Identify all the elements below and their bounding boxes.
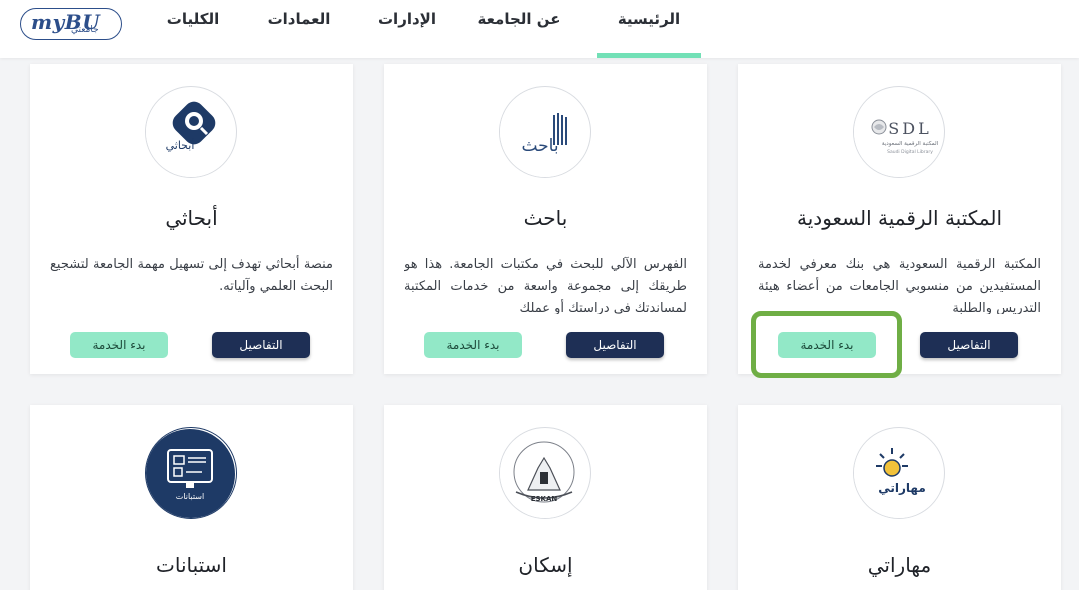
svg-text:SDL: SDL xyxy=(888,119,931,138)
svg-text:أبحاثي: أبحاثي xyxy=(166,138,195,152)
svg-text:مهاراتي: مهاراتي xyxy=(878,481,926,495)
abhathi-logo-icon: أبحاثي xyxy=(145,86,237,178)
top-navigation: الرئيسية عن الجامعة الإدارات العمادات ال… xyxy=(0,0,1079,58)
card-description: منصة أبحاثي تهدف إلى تسهيل مهمة الجامعة … xyxy=(50,257,333,294)
istibanat-logo-icon: استبانات xyxy=(145,427,237,519)
logo-sub-text: جامعتي xyxy=(71,25,99,35)
svg-text:المكتبة الرقمية السعودية: المكتبة الرقمية السعودية xyxy=(882,140,939,147)
service-card-maharati: مهاراتي مهاراتي xyxy=(738,405,1061,590)
nav-colleges[interactable]: الكليات xyxy=(160,0,226,58)
service-card-istibanat: استبانات استبانات xyxy=(30,405,353,590)
card-title: باحث xyxy=(523,206,568,230)
card-title: أبحاثي xyxy=(165,206,218,230)
eskan-logo-icon: ESKAN xyxy=(499,427,591,519)
nav-about[interactable]: عن الجامعة xyxy=(471,0,567,58)
card-title: استبانات xyxy=(156,553,227,577)
bahith-logo-icon: باحث xyxy=(499,86,591,178)
service-card-sdl: SDL المكتبة الرقمية السعودية Saudi Digit… xyxy=(738,64,1061,374)
nav-departments[interactable]: الإدارات xyxy=(372,0,442,58)
nav-home[interactable]: الرئيسية xyxy=(597,0,701,58)
sdl-logo-icon: SDL المكتبة الرقمية السعودية Saudi Digit… xyxy=(853,86,945,178)
svg-text:باحث: باحث xyxy=(521,136,558,156)
card-description: المكتبة الرقمية السعودية هي بنك معرفي لخ… xyxy=(758,257,1041,314)
details-button[interactable]: التفاصيل xyxy=(212,332,310,358)
service-card-eskan: ESKAN إسكان xyxy=(384,405,707,590)
card-title: مهاراتي xyxy=(867,553,932,577)
card-title: المكتبة الرقمية السعودية xyxy=(797,206,1002,230)
mybu-logo[interactable]: myBU جامعتي xyxy=(20,8,122,40)
service-card-abhathi: أبحاثي أبحاثي منصة أبحاثي تهدف إلى تسهيل… xyxy=(30,64,353,374)
start-service-button[interactable]: بدء الخدمة xyxy=(424,332,522,358)
svg-text:Saudi Digital Library: Saudi Digital Library xyxy=(887,149,933,155)
svg-text:ESKAN: ESKAN xyxy=(531,495,558,503)
start-service-button[interactable]: بدء الخدمة xyxy=(70,332,168,358)
details-button[interactable]: التفاصيل xyxy=(566,332,664,358)
nav-deanships[interactable]: العمادات xyxy=(258,0,340,58)
maharati-logo-icon: مهاراتي xyxy=(853,427,945,519)
card-description: الفهرس الآلي للبحث في مكتبات الجامعة. هذ… xyxy=(404,257,687,314)
card-title: إسكان xyxy=(518,553,573,577)
service-card-bahith: باحث باحث الفهرس الآلي للبحث في مكتبات ا… xyxy=(384,64,707,374)
start-service-button[interactable]: بدء الخدمة xyxy=(778,332,876,358)
details-button[interactable]: التفاصيل xyxy=(920,332,1018,358)
svg-text:استبانات: استبانات xyxy=(176,492,204,501)
